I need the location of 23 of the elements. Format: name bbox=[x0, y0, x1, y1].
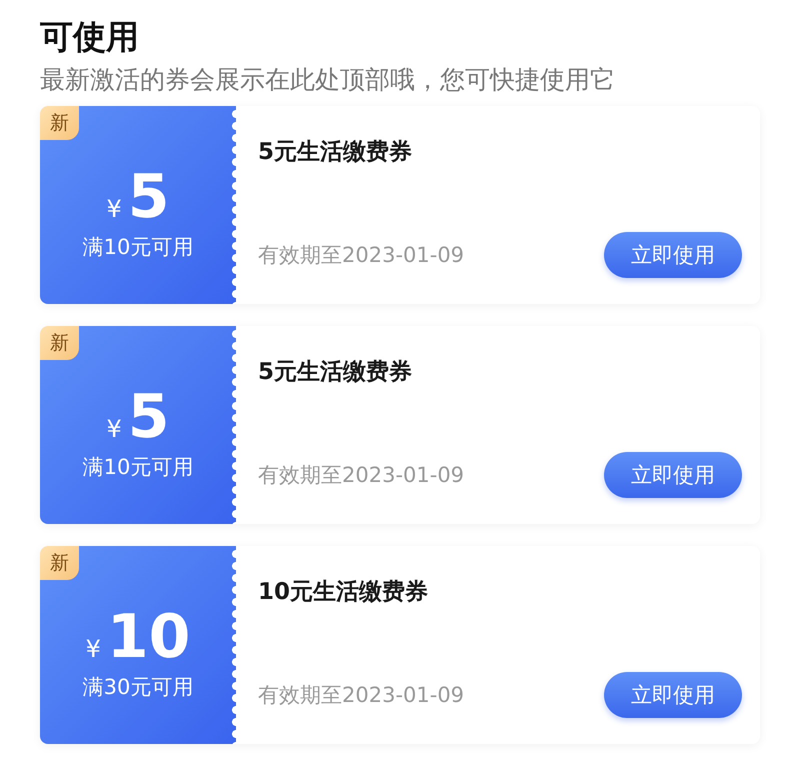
new-badge: 新 bbox=[40, 326, 79, 360]
currency-symbol: ¥ bbox=[106, 195, 122, 223]
use-now-button[interactable]: 立即使用 bbox=[604, 452, 742, 498]
coupon-amount: 5 bbox=[128, 165, 170, 229]
coupon-name: 10元生活缴费券 bbox=[258, 578, 430, 607]
coupon-condition: 满10元可用 bbox=[82, 454, 194, 481]
currency-symbol: ¥ bbox=[106, 415, 122, 443]
page-subtitle: 最新激活的券会展示在此处顶部哦，您可快捷使用它 bbox=[40, 64, 616, 96]
coupon-amount: 10 bbox=[106, 605, 190, 669]
coupon-condition: 满30元可用 bbox=[82, 674, 194, 701]
coupon-expiry: 有效期至2023-01-09 bbox=[258, 242, 464, 269]
use-now-button[interactable]: 立即使用 bbox=[604, 232, 742, 278]
coupon-name: 5元生活缴费券 bbox=[258, 358, 414, 387]
coupon-expiry: 有效期至2023-01-09 bbox=[258, 682, 464, 709]
coupon-condition: 满10元可用 bbox=[82, 234, 194, 261]
use-now-button[interactable]: 立即使用 bbox=[604, 672, 742, 718]
page-title: 可使用 bbox=[40, 16, 140, 58]
coupon-amount: 5 bbox=[128, 385, 170, 449]
new-badge: 新 bbox=[40, 106, 79, 140]
currency-symbol: ¥ bbox=[86, 635, 101, 663]
coupon-expiry: 有效期至2023-01-09 bbox=[258, 462, 464, 489]
coupon-name: 5元生活缴费券 bbox=[258, 138, 414, 167]
new-badge: 新 bbox=[40, 546, 79, 580]
